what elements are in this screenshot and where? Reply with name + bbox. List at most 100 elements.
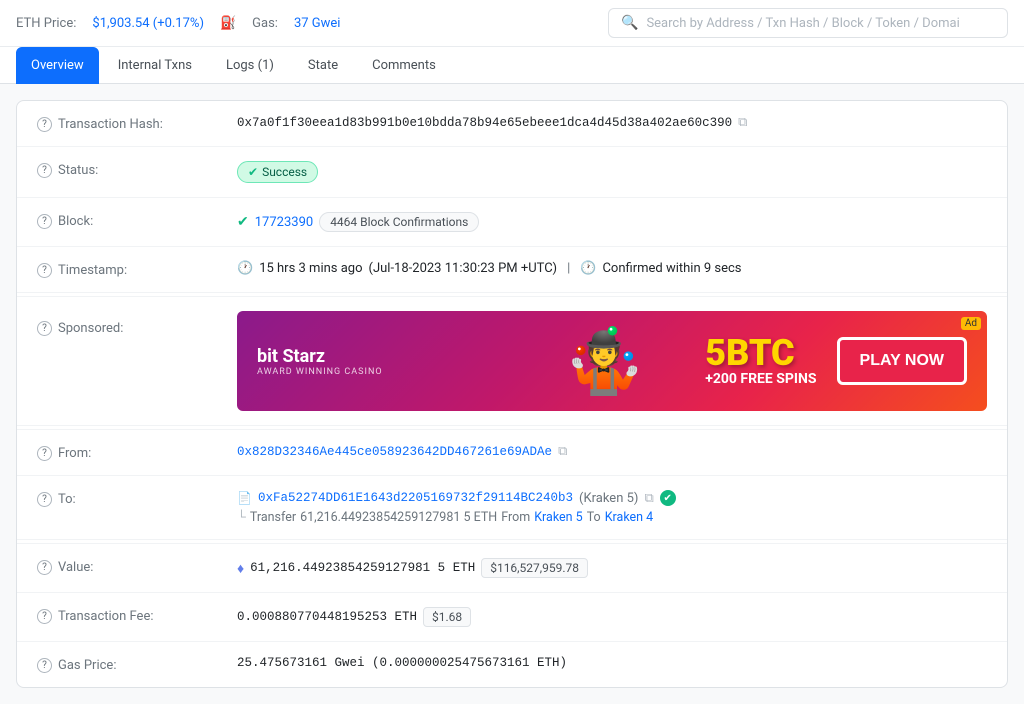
value-value-col: ♦ 61,216.44923854259127981 5 ETH $116,52…	[237, 558, 987, 578]
block-label: Block:	[58, 214, 93, 229]
gas-price-label-col: ? Gas Price:	[37, 656, 237, 673]
from-value-col: 0x828D32346Ae445ce058923642DD467261e69AD…	[237, 444, 987, 459]
confirm-clock-icon: 🕐	[580, 261, 596, 276]
bitstarz-logo: bit Starz	[257, 346, 383, 367]
sponsor-spins-text: +200 FREE SPINS	[705, 371, 816, 387]
txn-hash-copy-icon[interactable]: ⧉	[738, 115, 747, 130]
fee-label-col: ? Transaction Fee:	[37, 607, 237, 624]
gas-price-label: Gas Price:	[58, 658, 116, 673]
timestamp-ago: 15 hrs 3 mins ago	[259, 261, 362, 276]
gas-price-value: 25.475673161 Gwei (0.000000025475673161 …	[237, 656, 567, 670]
eth-info: ETH Price: $1,903.54 (+0.17%) ⛽ Gas: 37 …	[16, 16, 340, 31]
value-label-col: ? Value:	[37, 558, 237, 575]
fee-eth-amount: 0.000880770448195253 ETH	[237, 610, 417, 624]
sponsor-offer: 5BTC +200 FREE SPINS	[705, 335, 816, 387]
from-copy-icon[interactable]: ⧉	[558, 444, 567, 459]
sponsored-label: Sponsored:	[58, 321, 123, 336]
gas-price-row: ? Gas Price: 25.475673161 Gwei (0.000000…	[17, 642, 1007, 687]
to-row: ? To: 📄 0xFa52274DD61E1643d2205169732f29…	[17, 476, 1007, 540]
timestamp-label-col: ? Timestamp:	[37, 261, 237, 278]
sponsor-left: bit Starz AWARD WINNING CASINO	[257, 346, 383, 377]
txn-hash-help-icon[interactable]: ?	[37, 117, 52, 132]
fee-label: Transaction Fee:	[58, 609, 154, 624]
sponsored-label-col: ? Sponsored:	[37, 311, 237, 336]
timestamp-label: Timestamp:	[58, 263, 127, 278]
to-verified-icon: ✔	[660, 490, 676, 506]
tab-logs[interactable]: Logs (1)	[211, 47, 289, 84]
contract-file-icon: 📄	[237, 491, 252, 505]
block-help-icon[interactable]: ?	[37, 214, 52, 229]
to-kraken-label: (Kraken 5)	[579, 491, 638, 506]
status-value-col: ✔ Success	[237, 161, 987, 183]
tab-state[interactable]: State	[293, 47, 353, 84]
from-help-icon[interactable]: ?	[37, 446, 52, 461]
bitstarz-name: bit Starz	[257, 346, 325, 367]
block-confirmations-badge: 4464 Block Confirmations	[319, 212, 479, 232]
timestamp-value-col: 🕐 15 hrs 3 mins ago (Jul-18-2023 11:30:2…	[237, 261, 987, 276]
transfer-line: └ Transfer 61,216.44923854259127981 5 ET…	[237, 510, 676, 525]
search-icon: 🔍	[621, 15, 638, 31]
block-row: ? Block: ✔ 17723390 4464 Block Confirmat…	[17, 198, 1007, 247]
status-label: Status:	[58, 163, 98, 178]
txn-hash-label: Transaction Hash:	[58, 117, 163, 132]
block-value-col: ✔ 17723390 4464 Block Confirmations	[237, 212, 987, 232]
top-bar: ETH Price: $1,903.54 (+0.17%) ⛽ Gas: 37 …	[0, 0, 1024, 47]
block-number-link[interactable]: 17723390	[255, 215, 313, 230]
transfer-to-link[interactable]: Kraken 4	[605, 510, 654, 525]
timestamp-help-icon[interactable]: ?	[37, 263, 52, 278]
status-row: ? Status: ✔ Success	[17, 147, 1007, 198]
txn-hash-value: 0x7a0f1f30eea1d83b991b0e10bdda78b94e65eb…	[237, 116, 732, 130]
eth-price-link[interactable]: $1,903.54 (+0.17%)	[92, 16, 204, 31]
from-label-col: ? From:	[37, 444, 237, 461]
to-main-line: 📄 0xFa52274DD61E1643d2205169732f29114BC2…	[237, 490, 676, 506]
to-copy-icon[interactable]: ⧉	[644, 491, 653, 506]
block-check-icon: ✔	[237, 214, 249, 230]
transfer-to-label: To	[587, 510, 601, 525]
to-label: To:	[58, 492, 76, 507]
sponsored-help-icon[interactable]: ?	[37, 321, 52, 336]
timestamp-text: 🕐 15 hrs 3 mins ago (Jul-18-2023 11:30:2…	[237, 261, 742, 276]
from-row: ? From: 0x828D32346Ae445ce058923642DD467…	[17, 430, 1007, 476]
transfer-from-link[interactable]: Kraken 5	[534, 510, 583, 525]
sponsor-btc-amount: 5BTC	[705, 335, 816, 371]
txn-hash-value-col: 0x7a0f1f30eea1d83b991b0e10bdda78b94e65eb…	[237, 115, 987, 130]
to-label-col: ? To:	[37, 490, 237, 507]
status-badge: ✔ Success	[237, 161, 318, 183]
txn-hash-row: ? Transaction Hash: 0x7a0f1f30eea1d83b99…	[17, 101, 1007, 147]
status-text: Success	[262, 165, 307, 179]
value-help-icon[interactable]: ?	[37, 560, 52, 575]
sponsored-row: ? Sponsored: bit Starz AWARD WINNING CAS…	[17, 297, 1007, 426]
status-help-icon[interactable]: ?	[37, 163, 52, 178]
fee-help-icon[interactable]: ?	[37, 609, 52, 624]
fee-value-col: 0.000880770448195253 ETH $1.68	[237, 607, 987, 627]
eth-price-prefix: ETH Price:	[16, 16, 76, 31]
transaction-detail-card: ? Transaction Hash: 0x7a0f1f30eea1d83b99…	[16, 100, 1008, 688]
from-label: From:	[58, 446, 91, 461]
tab-overview[interactable]: Overview	[16, 47, 99, 84]
clock-icon: 🕐	[237, 261, 253, 276]
sponsored-value-col: bit Starz AWARD WINNING CASINO 🤹 5BTC +2…	[237, 311, 987, 411]
transfer-arrow: └	[237, 510, 246, 525]
gas-value-link[interactable]: 37 Gwei	[294, 16, 341, 31]
tabs-bar: Overview Internal Txns Logs (1) State Co…	[0, 47, 1024, 84]
play-now-button[interactable]: PLAY NOW	[837, 337, 967, 385]
timestamp-date: (Jul-18-2023 11:30:23 PM +UTC)	[369, 261, 558, 276]
search-bar[interactable]: 🔍 Search by Address / Txn Hash / Block /…	[608, 8, 1008, 38]
mascot-icon: 🤹	[564, 324, 644, 399]
to-help-icon[interactable]: ?	[37, 492, 52, 507]
status-label-col: ? Status:	[37, 161, 237, 178]
from-address-link[interactable]: 0x828D32346Ae445ce058923642DD467261e69AD…	[237, 445, 552, 459]
search-placeholder-text: Search by Address / Txn Hash / Block / T…	[646, 16, 959, 31]
value-label: Value:	[58, 560, 93, 575]
value-eth-amount: 61,216.44923854259127981 5 ETH	[250, 561, 475, 575]
transfer-amount: 61,216.44923854259127981 5 ETH	[300, 510, 497, 525]
fee-usd-badge: $1.68	[423, 607, 471, 627]
gas-price-help-icon[interactable]: ?	[37, 658, 52, 673]
tab-comments[interactable]: Comments	[357, 47, 451, 84]
to-address-link[interactable]: 0xFa52274DD61E1643d2205169732f29114BC240…	[258, 491, 573, 505]
tab-internal-txns[interactable]: Internal Txns	[103, 47, 207, 84]
gas-prefix: Gas:	[252, 16, 278, 31]
transfer-prefix: Transfer	[250, 510, 296, 525]
sponsor-banner[interactable]: bit Starz AWARD WINNING CASINO 🤹 5BTC +2…	[237, 311, 987, 411]
sponsor-tag-icon: Ad	[961, 317, 981, 330]
